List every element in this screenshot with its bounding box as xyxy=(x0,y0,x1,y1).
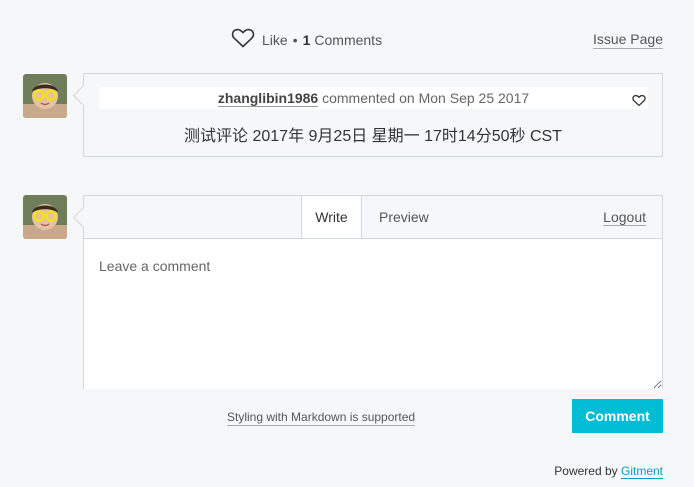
header-bar: Like • 1 Comments Issue Page xyxy=(0,6,694,60)
tab-write[interactable]: Write xyxy=(301,196,362,239)
separator-dot: • xyxy=(292,31,298,48)
comment-body: 测试评论 2017年 9月25日 星期一 17时14分50秒 CST xyxy=(184,128,562,145)
gitment-container: Like • 1 Comments Issue Page zhanglibin1… xyxy=(0,0,694,487)
comment-count: 1 xyxy=(302,31,311,48)
submit-comment-button[interactable]: Comment xyxy=(572,399,663,433)
like-area: Like • 1 Comments xyxy=(231,28,382,51)
like-button[interactable]: Like xyxy=(262,32,288,48)
comment-date: Mon Sep 25 2017 xyxy=(418,90,530,106)
gitment-link[interactable]: Gitment xyxy=(620,464,663,479)
comment-card: zhanglibin1986 commented on Mon Sep 25 2… xyxy=(83,73,663,157)
comment-like-heart-icon[interactable] xyxy=(632,91,646,107)
comment-action: commented on xyxy=(322,90,415,106)
logout-link[interactable]: Logout xyxy=(603,209,646,226)
powered-by-text: Powered by xyxy=(554,464,618,478)
issue-page-link[interactable]: Issue Page xyxy=(592,31,663,49)
comments-label: Comments xyxy=(314,31,383,48)
avatar[interactable] xyxy=(23,74,67,118)
heart-icon[interactable] xyxy=(231,28,262,51)
footer-powered-by: Powered by Gitment xyxy=(554,464,663,479)
comment-editor: Write Preview Logout xyxy=(83,195,663,389)
comment-author-link[interactable]: zhanglibin1986 xyxy=(217,90,319,107)
comment-textarea[interactable] xyxy=(84,238,662,389)
editor-tabs: Write Preview Logout xyxy=(84,196,662,239)
comment-header: zhanglibin1986 commented on Mon Sep 25 2… xyxy=(99,87,648,109)
tab-preview[interactable]: Preview xyxy=(379,196,429,239)
avatar[interactable] xyxy=(23,195,67,239)
markdown-help-link[interactable]: Styling with Markdown is supported xyxy=(227,410,416,426)
